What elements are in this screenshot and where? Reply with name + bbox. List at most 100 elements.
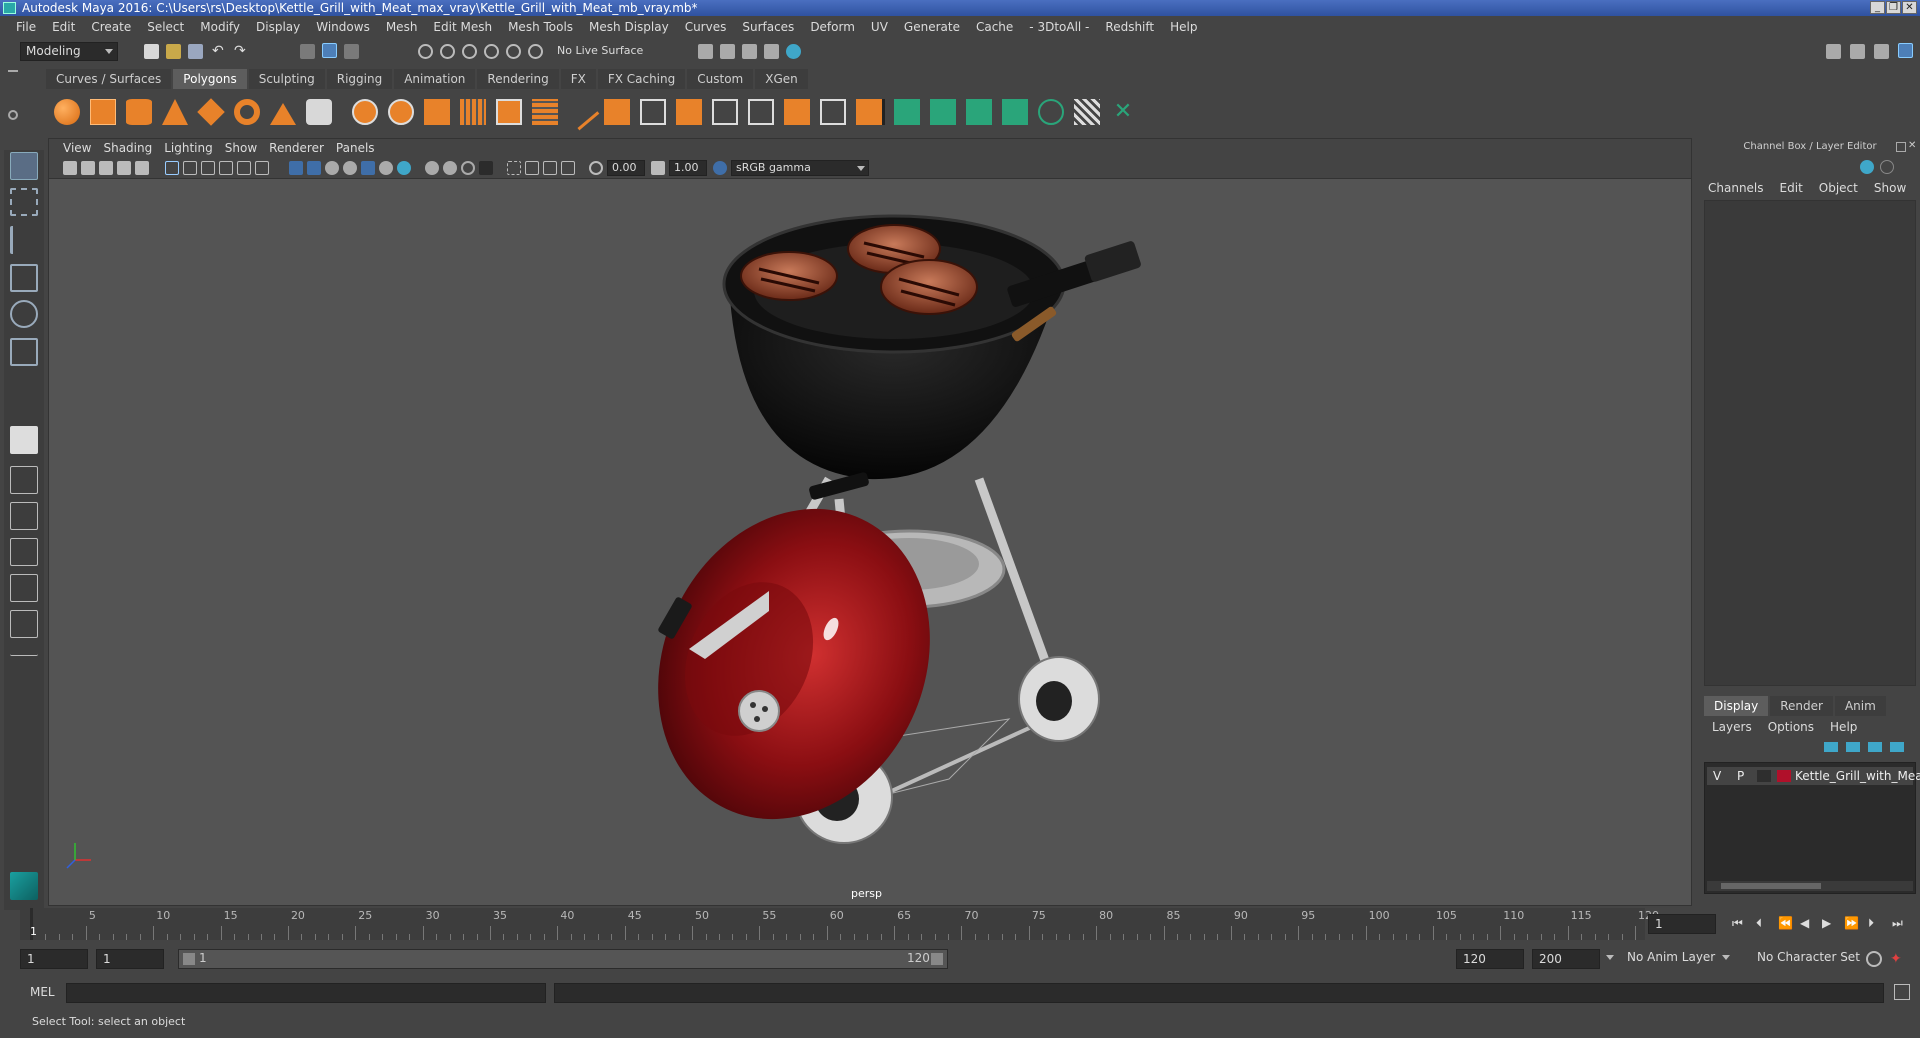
step-forward-key-icon[interactable]: ⏩ bbox=[1844, 916, 1859, 930]
vp-menu-shading[interactable]: Shading bbox=[97, 141, 158, 155]
color-management-icon[interactable] bbox=[713, 161, 727, 175]
gamma-field[interactable]: 1.00 bbox=[669, 160, 707, 176]
poly-pyramid-icon[interactable] bbox=[270, 103, 296, 125]
separate-icon[interactable] bbox=[388, 99, 414, 125]
shelf-tab-sculpting[interactable]: Sculpting bbox=[248, 69, 325, 89]
restore-button[interactable]: ❐ bbox=[1886, 1, 1901, 14]
play-forwards-icon[interactable]: ▶ bbox=[1822, 916, 1831, 930]
menu-3dtoall[interactable]: - 3DtoAll - bbox=[1021, 20, 1097, 34]
target-weld-icon[interactable] bbox=[820, 99, 846, 125]
layer-reference-toggle[interactable] bbox=[1757, 770, 1771, 782]
layer-tab-render[interactable]: Render bbox=[1770, 696, 1833, 716]
film-gate-icon[interactable] bbox=[183, 161, 197, 175]
select-by-hierarchy-icon[interactable] bbox=[300, 44, 315, 59]
poly-torus-icon[interactable] bbox=[234, 99, 260, 125]
lasso-tool-icon[interactable] bbox=[10, 188, 38, 216]
vp-menu-panels[interactable]: Panels bbox=[330, 141, 381, 155]
gamma-icon[interactable] bbox=[651, 161, 665, 175]
snap-live-icon[interactable] bbox=[506, 44, 521, 59]
append-to-polygon-icon[interactable] bbox=[748, 99, 774, 125]
close-panel-icon[interactable]: ✕ bbox=[1908, 140, 1916, 151]
multi-cut-icon[interactable] bbox=[562, 93, 600, 131]
layout-outliner-icon[interactable] bbox=[10, 574, 38, 602]
gate-mask-icon[interactable] bbox=[219, 161, 233, 175]
rotate-tool-icon[interactable] bbox=[10, 300, 38, 328]
animation-end-field[interactable]: 200 bbox=[1532, 949, 1600, 969]
time-slider[interactable]: 5 10 15 20 25 30 35 40 45 50 55 60 65 70 75 80 85 90 95 100… bbox=[20, 908, 1659, 940]
fill-hole-icon[interactable] bbox=[784, 99, 810, 125]
menu-display[interactable]: Display bbox=[248, 20, 308, 34]
layer-playback-toggle[interactable]: P bbox=[1737, 767, 1744, 785]
frame-selection-icon[interactable] bbox=[561, 161, 575, 175]
combine-icon[interactable] bbox=[352, 99, 378, 125]
play-backwards-icon[interactable]: ◀ bbox=[1800, 916, 1809, 930]
wireframe-icon[interactable] bbox=[289, 161, 303, 175]
save-scene-icon[interactable] bbox=[188, 44, 203, 59]
range-slider[interactable]: 1 120 bbox=[178, 949, 948, 969]
cb-menu-channels[interactable]: Channels bbox=[1700, 178, 1772, 198]
menu-edit-mesh[interactable]: Edit Mesh bbox=[425, 20, 500, 34]
cb-menu-edit[interactable]: Edit bbox=[1772, 178, 1811, 198]
depth-of-field-icon[interactable] bbox=[461, 161, 475, 175]
snap-view-plane-icon[interactable] bbox=[484, 44, 499, 59]
planar-uv-icon[interactable] bbox=[894, 99, 920, 125]
boolean-union-icon[interactable] bbox=[496, 99, 522, 125]
grid-toggle-icon[interactable] bbox=[165, 161, 179, 175]
x-ray-icon[interactable] bbox=[479, 161, 493, 175]
close-button[interactable]: ✕ bbox=[1902, 1, 1917, 14]
playback-start-field[interactable]: 1 bbox=[96, 949, 164, 969]
range-start-handle[interactable] bbox=[183, 953, 195, 965]
layout-graph-icon[interactable] bbox=[10, 610, 38, 638]
vp-menu-view[interactable]: View bbox=[57, 141, 97, 155]
snap-grid-icon[interactable] bbox=[418, 44, 433, 59]
last-tool-icon[interactable] bbox=[10, 426, 38, 454]
scene-canvas[interactable] bbox=[49, 179, 1691, 905]
menu-mesh-tools[interactable]: Mesh Tools bbox=[500, 20, 581, 34]
live-surface-field[interactable]: No Live Surface bbox=[552, 42, 648, 61]
automatic-uv-icon[interactable] bbox=[1002, 99, 1028, 125]
step-back-frame-icon[interactable]: ⏴ bbox=[1756, 916, 1762, 931]
step-back-key-icon[interactable]: ⏪ bbox=[1778, 916, 1793, 930]
grease-pencil-icon[interactable] bbox=[135, 161, 149, 175]
menu-edit[interactable]: Edit bbox=[44, 20, 83, 34]
shelf-tab-xgen[interactable]: XGen bbox=[755, 69, 808, 89]
extrude-icon[interactable] bbox=[604, 99, 630, 125]
layer-tab-anim[interactable]: Anim bbox=[1834, 696, 1886, 716]
layer-scrollbar-thumb[interactable] bbox=[1721, 883, 1821, 889]
anti-aliasing-icon[interactable] bbox=[443, 161, 457, 175]
unfold-uv-icon[interactable] bbox=[1038, 99, 1064, 125]
layout-two-pane-icon[interactable] bbox=[10, 538, 38, 566]
smooth-icon[interactable] bbox=[424, 99, 450, 125]
playback-end-field[interactable]: 120 bbox=[1456, 949, 1524, 969]
poly-plane-icon[interactable] bbox=[197, 98, 225, 126]
menu-redshift[interactable]: Redshift bbox=[1097, 20, 1162, 34]
new-scene-icon[interactable] bbox=[144, 44, 159, 59]
character-set-dropdown[interactable]: No Character Set bbox=[1752, 949, 1864, 969]
layer-color-swatch[interactable] bbox=[1777, 770, 1791, 782]
menu-cache[interactable]: Cache bbox=[968, 20, 1021, 34]
shelf-menu-icon[interactable] bbox=[8, 70, 18, 72]
animation-preferences-icon[interactable]: ✦ bbox=[1890, 951, 1906, 967]
smooth-shade-icon[interactable] bbox=[307, 161, 321, 175]
menu-file[interactable]: File bbox=[8, 20, 44, 34]
layer-menu-layers[interactable]: Layers bbox=[1704, 718, 1760, 736]
render-frame-icon[interactable] bbox=[720, 44, 735, 59]
open-scene-icon[interactable] bbox=[166, 44, 181, 59]
minimize-button[interactable]: _ bbox=[1870, 1, 1885, 14]
menu-create[interactable]: Create bbox=[83, 20, 139, 34]
menu-surfaces[interactable]: Surfaces bbox=[734, 20, 802, 34]
cb-menu-object[interactable]: Object bbox=[1811, 178, 1866, 198]
redo-icon[interactable]: ↷ bbox=[234, 44, 249, 59]
poly-pipe-icon[interactable] bbox=[306, 99, 332, 125]
cylindrical-uv-icon[interactable] bbox=[930, 99, 956, 125]
snap-together-icon[interactable] bbox=[528, 44, 543, 59]
go-to-start-icon[interactable]: ⏮ bbox=[1732, 916, 1743, 931]
render-view-icon[interactable] bbox=[698, 44, 713, 59]
current-frame-field[interactable]: 1 bbox=[1648, 914, 1716, 934]
bookmark-icon[interactable] bbox=[99, 161, 113, 175]
select-camera-icon[interactable] bbox=[63, 161, 77, 175]
command-input[interactable] bbox=[66, 983, 546, 1003]
snap-curve-icon[interactable] bbox=[440, 44, 455, 59]
menu-select[interactable]: Select bbox=[139, 20, 192, 34]
cb-menu-show[interactable]: Show bbox=[1866, 178, 1914, 198]
